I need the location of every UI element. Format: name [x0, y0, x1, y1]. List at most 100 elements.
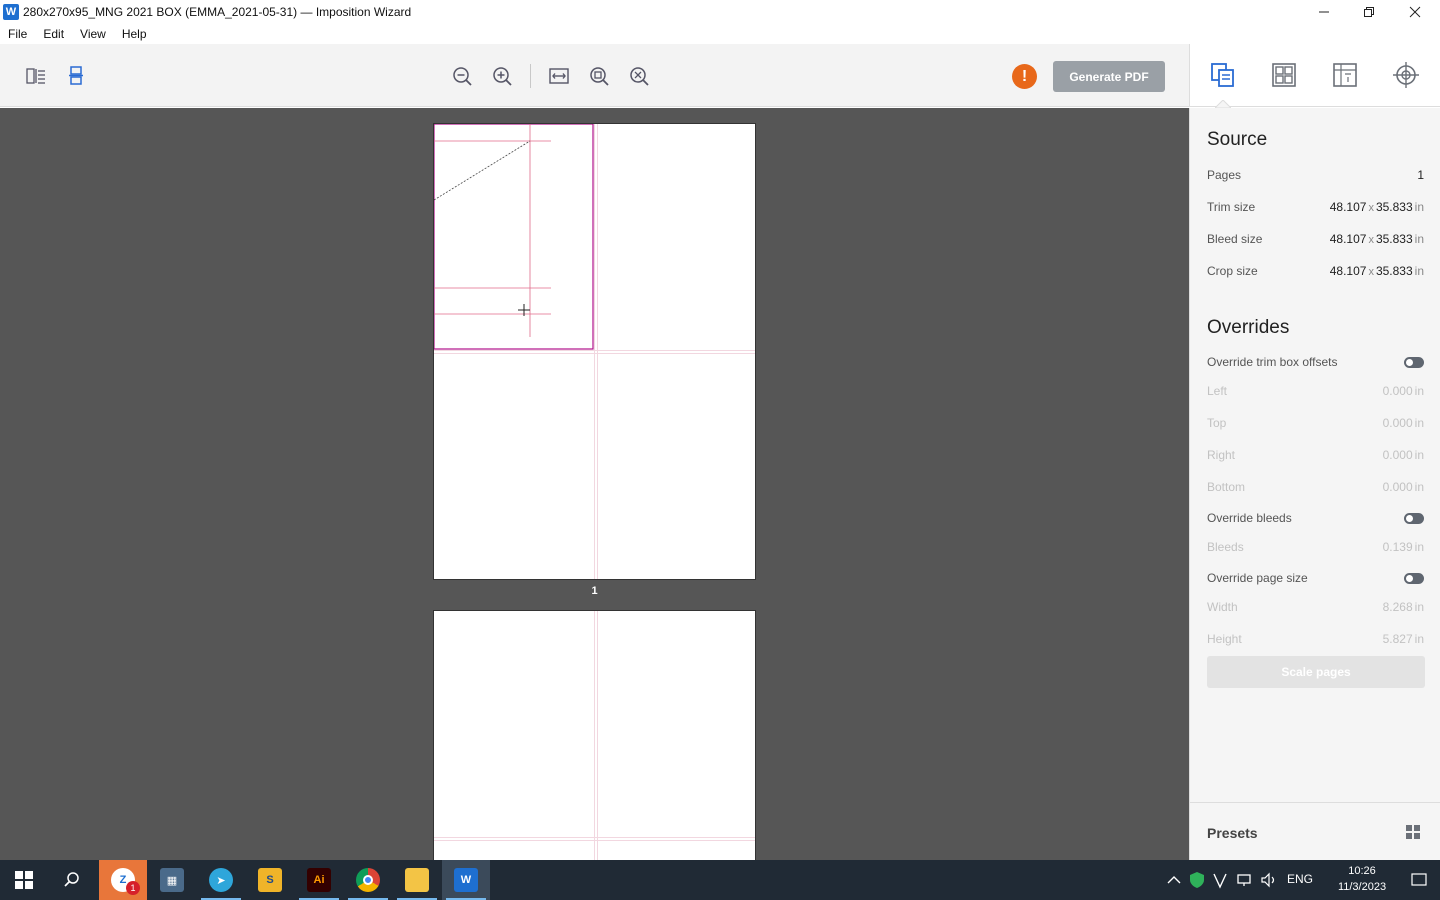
- sheet-tab-icon[interactable]: [1330, 60, 1360, 90]
- pages-row: Pages 1: [1207, 166, 1424, 184]
- preview-canvas[interactable]: 1: [0, 108, 1189, 860]
- bottom-offset-field[interactable]: 0.000 in: [1383, 480, 1424, 494]
- cell-divider-h: [434, 840, 755, 841]
- override-page-size-toggle[interactable]: [1404, 572, 1424, 584]
- pages-label: Pages: [1207, 168, 1242, 182]
- fit-width-icon[interactable]: [547, 64, 571, 88]
- placed-page-artwork: [434, 124, 594, 350]
- scale-pages-button[interactable]: Scale pages: [1207, 656, 1425, 688]
- chrome-icon: [356, 868, 380, 892]
- width-field[interactable]: 8.268 in: [1383, 600, 1424, 614]
- bleed-size-label: Bleed size: [1207, 232, 1263, 246]
- chevron-up-icon[interactable]: [1165, 871, 1183, 889]
- right-offset-row: Right 0.000 in: [1207, 446, 1424, 464]
- taskbar: Z 1 ▦ ➤ S Ai W ENG 10:26 11/3/2023: [0, 860, 1440, 900]
- marks-tab-icon[interactable]: [1391, 60, 1421, 90]
- app-icon: S: [258, 868, 282, 892]
- override-page-size-label: Override page size: [1207, 571, 1308, 585]
- sheet-preview-2[interactable]: [433, 610, 756, 860]
- bleeds-row: Bleeds 0.139 in: [1207, 538, 1424, 556]
- bleed-size-value: 48.107 x 35.833 in: [1329, 232, 1424, 246]
- settings-tabs: [1189, 44, 1440, 108]
- volume-icon[interactable]: [1260, 871, 1278, 889]
- window-title: 280x270x95_MNG 2021 BOX (EMMA_2021-05-31…: [23, 4, 412, 19]
- crop-size-label: Crop size: [1207, 264, 1258, 278]
- cell-divider-v: [597, 611, 598, 860]
- settings-panel: Source Pages 1 Trim size 48.107 x 35.833 in…: [1189, 108, 1440, 860]
- vpn-icon[interactable]: [1211, 871, 1229, 889]
- shield-icon[interactable]: [1188, 871, 1206, 889]
- left-offset-field[interactable]: 0.000 in: [1383, 384, 1424, 398]
- crop-size-row: Crop size 48.107 x 35.833 in: [1207, 262, 1424, 280]
- trim-size-row: Trim size 48.107 x 35.833 in: [1207, 198, 1424, 216]
- override-trim-row: Override trim box offsets: [1207, 353, 1424, 371]
- menu-view[interactable]: View: [72, 27, 114, 41]
- override-page-size-row: Override page size: [1207, 569, 1424, 587]
- taskbar-explorer[interactable]: [393, 860, 441, 900]
- cell-divider-v: [594, 611, 595, 860]
- taskbar-calculator[interactable]: ▦: [148, 860, 196, 900]
- overrides-section-title: Overrides: [1207, 317, 1290, 338]
- toolbar: [0, 44, 1189, 107]
- telegram-icon: ➤: [209, 868, 233, 892]
- bleed-size-row: Bleed size 48.107 x 35.833 in: [1207, 230, 1424, 248]
- fit-page-icon[interactable]: [627, 64, 651, 88]
- actual-size-icon[interactable]: [587, 64, 611, 88]
- minimize-icon: [1319, 11, 1329, 12]
- right-offset-field[interactable]: 0.000 in: [1383, 448, 1424, 462]
- presets-bar[interactable]: Presets: [1190, 802, 1440, 860]
- height-label: Height: [1207, 632, 1242, 646]
- zoom-in-icon[interactable]: [490, 64, 514, 88]
- clock[interactable]: 10:26 11/3/2023: [1322, 863, 1402, 895]
- top-offset-field[interactable]: 0.000 in: [1383, 416, 1424, 430]
- source-tab-icon[interactable]: [1208, 60, 1238, 90]
- left-offset-row: Left 0.000 in: [1207, 382, 1424, 400]
- override-bleeds-toggle[interactable]: [1404, 512, 1424, 524]
- left-offset-label: Left: [1207, 384, 1228, 398]
- sheet-number: 1: [591, 585, 598, 597]
- top-offset-row: Top 0.000 in: [1207, 414, 1424, 432]
- sheet-preview-1[interactable]: [433, 123, 756, 580]
- start-button[interactable]: [0, 860, 48, 900]
- close-button[interactable]: [1392, 0, 1438, 23]
- imposition-wizard-icon: W: [454, 868, 478, 892]
- zoom-out-icon[interactable]: [450, 64, 474, 88]
- language-indicator[interactable]: ENG: [1287, 872, 1313, 886]
- generate-pdf-button[interactable]: Generate PDF: [1053, 61, 1165, 92]
- bleeds-label: Bleeds: [1207, 540, 1244, 554]
- title-bar: W 280x270x95_MNG 2021 BOX (EMMA_2021-05-…: [0, 0, 1440, 23]
- taskbar-zalo[interactable]: Z 1: [99, 860, 147, 900]
- network-icon[interactable]: [1236, 871, 1254, 889]
- taskbar-telegram[interactable]: ➤: [197, 860, 245, 900]
- bleeds-field[interactable]: 0.139 in: [1383, 540, 1424, 554]
- minimize-button[interactable]: [1301, 0, 1347, 23]
- restore-button[interactable]: [1346, 0, 1392, 23]
- taskbar-illustrator[interactable]: Ai: [295, 860, 343, 900]
- menu-bar: File Edit View Help: [0, 23, 1440, 44]
- close-icon: [1409, 6, 1421, 17]
- menu-file[interactable]: File: [0, 27, 35, 41]
- grid-icon[interactable]: [1406, 825, 1420, 839]
- override-bleeds-label: Override bleeds: [1207, 511, 1292, 525]
- layout-tab-icon[interactable]: [1269, 60, 1299, 90]
- warning-icon[interactable]: !: [1012, 64, 1037, 89]
- illustrator-icon: Ai: [307, 868, 331, 892]
- menu-edit[interactable]: Edit: [35, 27, 72, 41]
- height-field[interactable]: 5.827 in: [1383, 632, 1424, 646]
- single-page-view-icon[interactable]: [24, 64, 48, 88]
- taskbar-app[interactable]: S: [246, 860, 294, 900]
- notification-icon[interactable]: [1410, 871, 1428, 889]
- search-button[interactable]: [48, 860, 96, 900]
- cell-divider-h: [434, 837, 755, 838]
- bottom-offset-label: Bottom: [1207, 480, 1246, 494]
- override-trim-label: Override trim box offsets: [1207, 355, 1338, 369]
- continuous-view-icon[interactable]: [64, 64, 88, 88]
- toolbar-separator: [530, 64, 531, 88]
- override-trim-toggle[interactable]: [1404, 356, 1424, 368]
- taskbar-chrome[interactable]: [344, 860, 392, 900]
- taskbar-imposition-wizard[interactable]: W: [442, 860, 490, 900]
- windows-icon: [15, 871, 33, 889]
- active-tab-pointer: [1215, 100, 1231, 108]
- menu-help[interactable]: Help: [114, 27, 155, 41]
- width-label: Width: [1207, 600, 1238, 614]
